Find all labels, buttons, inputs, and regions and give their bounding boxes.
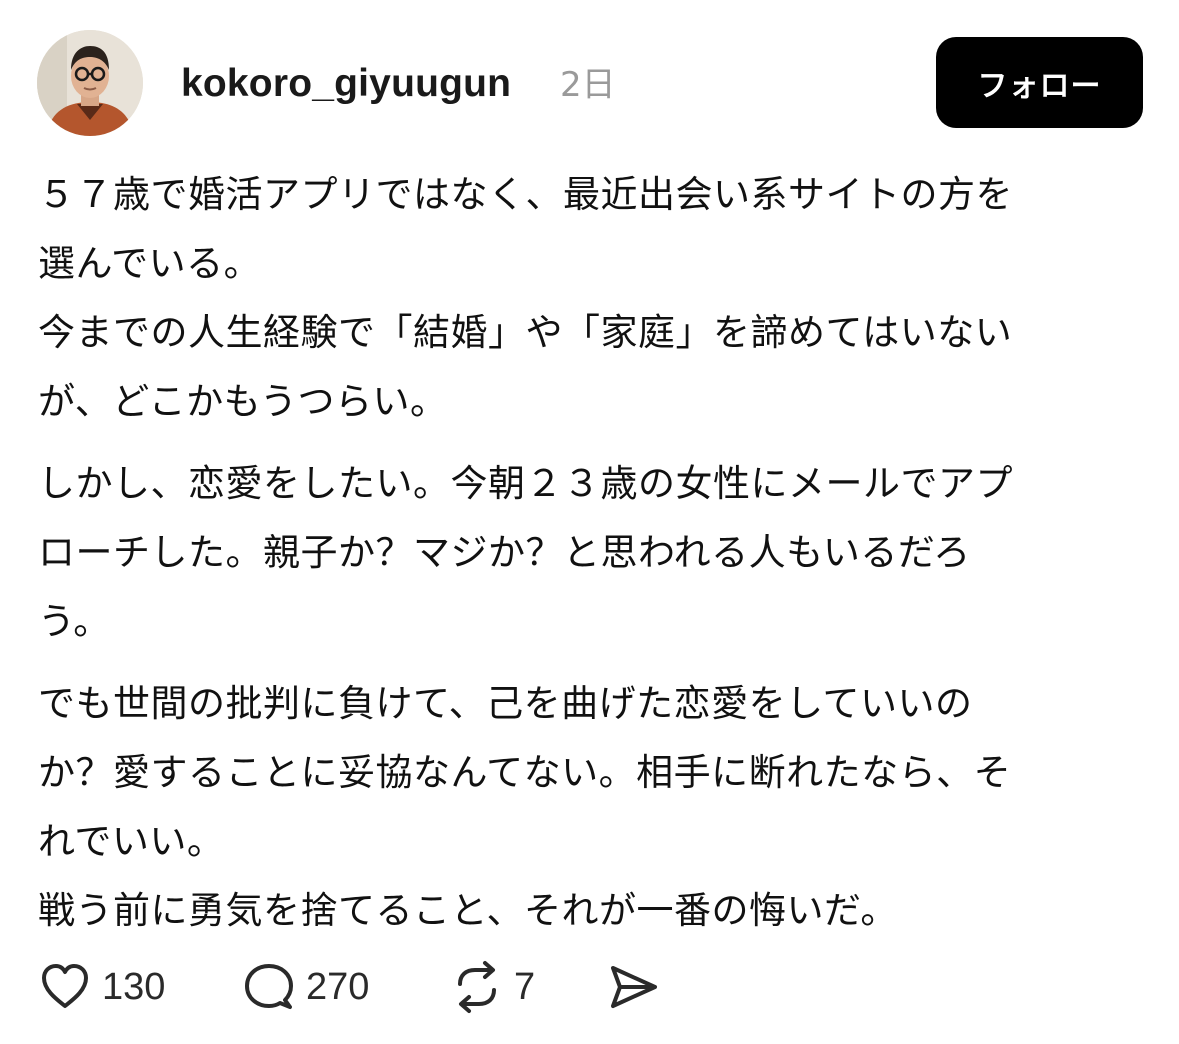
- post-text-line: でも世間の批判に負けて、己を曲げた恋愛をしていいの: [38, 682, 973, 725]
- reply-button[interactable]: 270: [242, 950, 369, 1024]
- speech-bubble-icon: [245, 964, 293, 1009]
- post-text-line: か？愛することに妥協なんてない。相手に断れたなら、そ: [38, 751, 1012, 794]
- post: kokoro_giyuugun 2日 フォロー ５７歳で婚活アプリではなく、最近…: [0, 0, 1179, 1044]
- post-paragraph-3: でも世間の批判に負けて、己を曲げた恋愛をしていいの か？愛することに妥協なんてな…: [38, 669, 1148, 945]
- post-text-line: が、どこかもうつらい。: [38, 380, 448, 423]
- post-text-line: ５７歳で婚活アプリではなく、最近出会い系サイトの方を: [38, 173, 1013, 216]
- like-count: 130: [102, 965, 166, 1008]
- post-text-line: 戦う前に勇気を捨てること、それが一番の悔いだ。: [38, 889, 898, 932]
- avatar-image: [37, 30, 143, 136]
- post-body: ５７歳で婚活アプリではなく、最近出会い系サイトの方を 選んでいる。 今までの人生…: [38, 160, 1148, 945]
- post-actions: 130 270 7: [0, 950, 1179, 1030]
- reply-count: 270: [306, 965, 370, 1008]
- repost-button[interactable]: 7: [450, 950, 535, 1024]
- post-text-line: 選んでいる。: [38, 242, 262, 285]
- post-text-line: ローチした。親子か？マジか？と思われる人もいるだろ: [38, 531, 971, 574]
- username[interactable]: kokoro_giyuugun: [181, 58, 511, 110]
- post-paragraph-2: しかし、恋愛をしたい。今朝２３歳の女性にメールでアプ ローチした。親子か？マジか…: [38, 449, 1148, 656]
- repost-count: 7: [514, 965, 536, 1008]
- post-paragraph-1: ５７歳で婚活アプリではなく、最近出会い系サイトの方を 選んでいる。 今までの人生…: [38, 160, 1148, 436]
- repost-icon: [458, 961, 496, 1013]
- follow-button[interactable]: フォロー: [936, 37, 1143, 128]
- post-text-line: 今までの人生経験で「結婚」や「家庭」を諦めてはいない: [38, 311, 1013, 354]
- heart-icon: [42, 964, 88, 1008]
- like-button[interactable]: 130: [38, 950, 165, 1024]
- post-text-line: れでいい。: [38, 820, 225, 863]
- send-icon: [611, 966, 657, 1008]
- avatar[interactable]: [37, 30, 143, 136]
- post-text-line: しかし、恋愛をしたい。今朝２３歳の女性にメールでアプ: [38, 462, 1013, 505]
- post-header: kokoro_giyuugun 2日 フォロー: [0, 0, 1179, 150]
- share-button[interactable]: [607, 950, 661, 1024]
- post-timestamp: 2日: [560, 65, 616, 105]
- post-text-line: う。: [38, 600, 111, 643]
